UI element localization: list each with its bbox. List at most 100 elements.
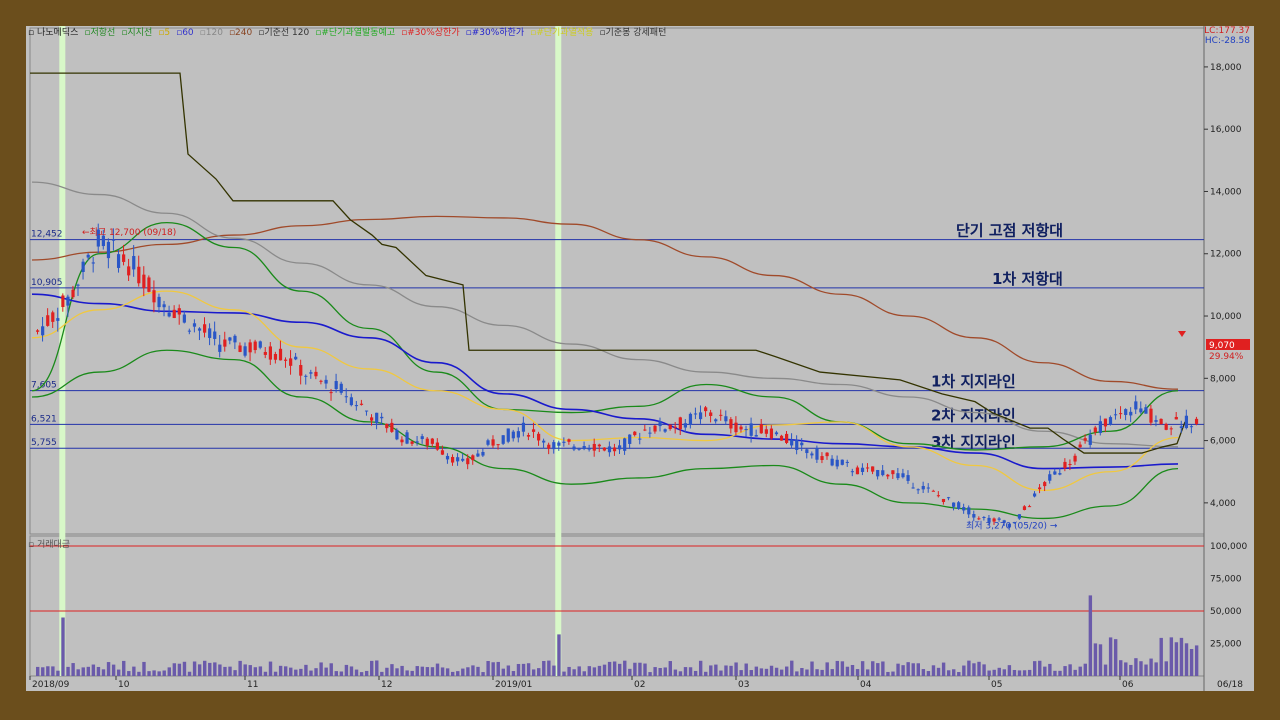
volume-bar bbox=[962, 665, 966, 676]
candle-body bbox=[273, 353, 278, 360]
candle-body bbox=[795, 439, 799, 450]
y-tick-label: 16,000 bbox=[1210, 125, 1242, 135]
candle-body bbox=[830, 458, 834, 466]
volume-bar bbox=[901, 665, 905, 676]
volume-bar bbox=[906, 662, 910, 676]
candle-body bbox=[324, 379, 328, 384]
volume-bar bbox=[122, 660, 126, 676]
legend-item[interactable]: ▫120 bbox=[200, 26, 223, 40]
volume-bar bbox=[339, 671, 344, 676]
legend-item[interactable]: ▫60 bbox=[176, 26, 194, 40]
volume-bar bbox=[471, 665, 475, 676]
stock-chart[interactable]: 4,000 6,000 8,000 10,000 12,000 14,000 16,000 1… bbox=[26, 26, 1254, 691]
x-tick-label: 04 bbox=[860, 680, 872, 690]
candle-body bbox=[248, 342, 252, 353]
legend-item[interactable]: ▫ 나노메딕스 bbox=[28, 26, 78, 40]
volume-bar bbox=[648, 672, 652, 676]
volume-bar bbox=[1174, 642, 1179, 676]
volume-bar bbox=[66, 666, 70, 676]
candle-body bbox=[253, 341, 257, 351]
volume-bar bbox=[921, 669, 926, 676]
candle-body bbox=[623, 438, 627, 451]
candle-body bbox=[187, 330, 192, 332]
volume-bar bbox=[410, 670, 414, 676]
candle-body bbox=[213, 331, 217, 339]
volume-bar bbox=[547, 660, 551, 676]
volume-bar bbox=[370, 660, 374, 676]
legend-item[interactable]: ▫기준선 120 bbox=[258, 26, 309, 40]
level-label: 6,521 bbox=[31, 414, 57, 424]
candle-body bbox=[688, 413, 693, 425]
volume-bar bbox=[101, 669, 106, 676]
candle-body bbox=[967, 507, 971, 515]
volume-bar bbox=[1159, 637, 1163, 676]
candle-body bbox=[597, 444, 601, 447]
volume-bar bbox=[456, 671, 460, 676]
candle-body bbox=[116, 254, 121, 268]
volume-bar bbox=[91, 664, 96, 676]
candle-body bbox=[203, 324, 207, 333]
candle-body bbox=[1119, 413, 1123, 415]
volume-bar bbox=[359, 672, 364, 676]
candle-body bbox=[1083, 438, 1087, 441]
volume-bar bbox=[344, 664, 349, 676]
indicator-legend[interactable]: ▫ 나노메딕스 ▫저항선 ▫지지선 ▫5 ▫60 ▫120 ▫240 ▫기준선 120 ▫#단기… bbox=[28, 26, 666, 40]
candle-body bbox=[41, 326, 45, 336]
volume-bar bbox=[380, 671, 384, 676]
annotation-text: 단기 고점 저항대 bbox=[956, 222, 1063, 240]
candle-body bbox=[329, 392, 333, 394]
volume-bar bbox=[744, 663, 748, 676]
legend-item[interactable]: ▫저항선 bbox=[84, 26, 115, 40]
candle-body bbox=[582, 445, 586, 450]
candle-body bbox=[567, 439, 571, 442]
candle-body bbox=[1194, 418, 1199, 424]
candle-body bbox=[526, 435, 531, 437]
candle-body bbox=[952, 502, 956, 507]
candle-body bbox=[764, 429, 768, 434]
candle-body bbox=[552, 442, 556, 450]
legend-item[interactable]: ▫#단기과열발동예고 bbox=[315, 26, 395, 40]
legend-item[interactable]: ▫#30%하한가 bbox=[466, 26, 525, 40]
x-tick-label: 02 bbox=[634, 680, 645, 690]
legend-item[interactable]: ▫기준봉 강세패턴 bbox=[599, 26, 666, 40]
volume-bar bbox=[597, 665, 602, 676]
candle-body bbox=[1088, 434, 1092, 445]
candle-body bbox=[1098, 421, 1102, 433]
legend-item[interactable]: ▫#단기과열적용 bbox=[530, 26, 593, 40]
candle-body bbox=[739, 426, 743, 430]
legend-item[interactable]: ▫5 bbox=[158, 26, 170, 40]
volume-bar bbox=[678, 671, 683, 676]
legend-item[interactable]: ▫240 bbox=[229, 26, 252, 40]
volume-bar bbox=[213, 662, 217, 676]
candle-body bbox=[982, 516, 986, 518]
candle-body bbox=[1113, 414, 1118, 416]
candle-body bbox=[400, 439, 404, 443]
candle-body bbox=[941, 498, 946, 502]
candle-body bbox=[294, 356, 298, 360]
high-label: ←최고 12,700 (09/18) bbox=[82, 227, 176, 238]
candle-body bbox=[1179, 426, 1183, 429]
volume-bar bbox=[825, 662, 829, 676]
legend-item[interactable]: ▫지지선 bbox=[121, 26, 152, 40]
candle-body bbox=[653, 425, 657, 432]
candle-body bbox=[881, 470, 885, 476]
candle-body bbox=[663, 429, 667, 432]
low-label: 최저 3,270 (05/20) → bbox=[966, 521, 1058, 532]
candle-body bbox=[450, 456, 455, 463]
candle-body bbox=[111, 239, 116, 241]
volume-bar bbox=[278, 665, 283, 676]
volume-bar bbox=[76, 669, 80, 676]
volume-bar bbox=[1038, 660, 1042, 676]
candle-body bbox=[693, 413, 698, 415]
volume-bar bbox=[987, 670, 991, 676]
candle-body bbox=[977, 518, 981, 520]
volume-bar bbox=[521, 663, 526, 676]
candle-body bbox=[283, 359, 288, 361]
candle-body bbox=[71, 289, 75, 298]
legend-item[interactable]: ▫#30%상한가 bbox=[401, 26, 460, 40]
level-label: 7,605 bbox=[31, 381, 57, 391]
volume-bar bbox=[638, 662, 642, 676]
candle-body bbox=[840, 459, 844, 465]
candle-body bbox=[1017, 514, 1022, 519]
volume-bar bbox=[749, 670, 753, 676]
